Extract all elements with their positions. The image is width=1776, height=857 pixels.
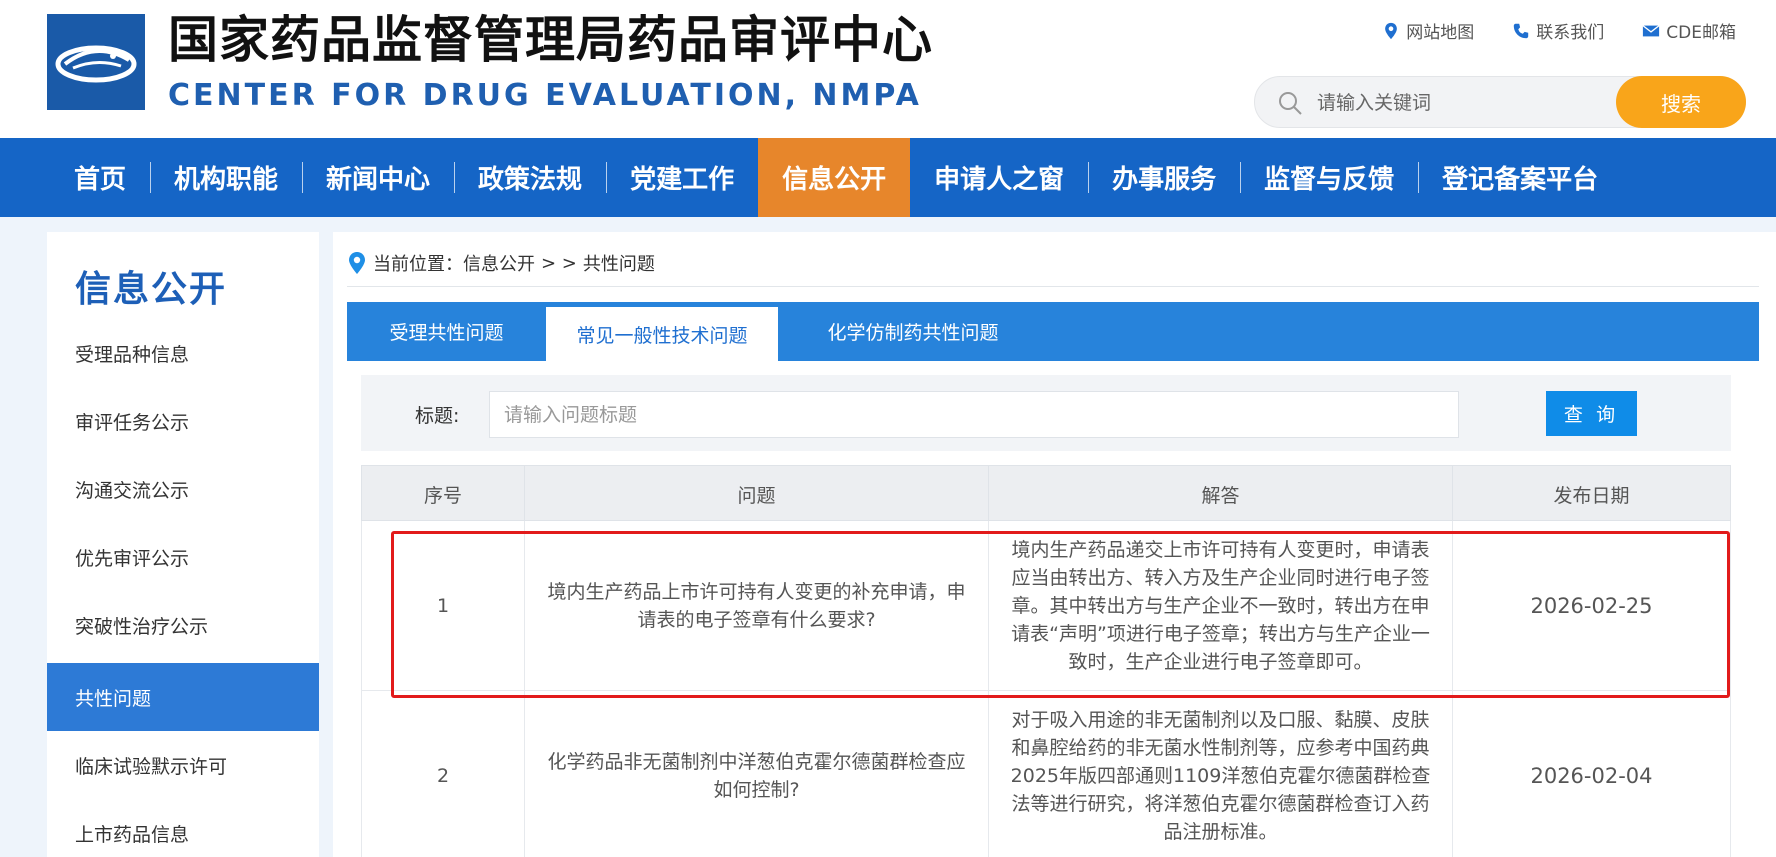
row-date: 2026-02-25 — [1453, 521, 1731, 691]
column-header-date: 发布日期 — [1553, 484, 1630, 507]
tab-general-technical[interactable]: 常见一般性技术问题 — [546, 307, 778, 361]
contact-link[interactable]: 联系我们 — [1512, 18, 1604, 43]
column-header-question: 问题 — [525, 466, 989, 522]
search-icon — [1279, 92, 1302, 115]
phone-icon — [1514, 23, 1529, 38]
site-search-button[interactable]: 搜索 — [1616, 76, 1746, 128]
site-search-input[interactable] — [1317, 87, 1617, 119]
tab-generic-chemical[interactable]: 化学仿制药共性问题 — [778, 302, 1048, 361]
row-answer: 境内生产药品递交上市许可持有人变更时，申请表应当由转出方、转入方及生产企业同时进… — [989, 521, 1453, 691]
sidebar: 信息公开 受理品种信息 审评任务公示 沟通交流公示 优先审评公示 突破性治疗公示… — [47, 232, 319, 857]
sidebar-item-communication[interactable]: 沟通交流公示 — [47, 455, 319, 523]
row-number: 2 — [362, 691, 525, 857]
row-question[interactable]: 境内生产药品上市许可持有人变更的补充申请，申请表的电子签章有什么要求? — [525, 521, 989, 691]
query-button[interactable]: 查 询 — [1546, 391, 1637, 436]
sidebar-title: 信息公开 — [75, 269, 228, 310]
row-number: 1 — [362, 521, 525, 691]
sidebar-item-accepted-varieties[interactable]: 受理品种信息 — [47, 319, 319, 387]
sidebar-item-priority-review[interactable]: 优先审评公示 — [47, 523, 319, 591]
nav-registration[interactable]: 登记备案平台 — [1418, 138, 1622, 217]
sidebar-item-review-tasks[interactable]: 审评任务公示 — [47, 387, 319, 455]
sitemap-label: 网站地图 — [1406, 23, 1475, 43]
nav-party[interactable]: 党建工作 — [606, 138, 758, 217]
sidebar-item-breakthrough[interactable]: 突破性治疗公示 — [47, 591, 319, 659]
main-content: 当前位置：信息公开 > > 共性问题 受理共性问题 常见一般性技术问题 化学仿制… — [333, 232, 1776, 857]
nav-home[interactable]: 首页 — [50, 138, 150, 217]
tab-bar: 受理共性问题 常见一般性技术问题 化学仿制药共性问题 — [347, 302, 1759, 361]
location-pin-icon — [349, 252, 365, 274]
nav-news[interactable]: 新闻中心 — [302, 138, 454, 217]
contact-label: 联系我们 — [1536, 23, 1605, 43]
site-header: 国家药品监督管理局药品审评中心 CENTER FOR DRUG EVALUATI… — [0, 0, 1776, 138]
row-question[interactable]: 化学药品非无菌制剂中洋葱伯克霍尔德菌群检查应如何控制? — [525, 691, 989, 857]
column-header-no: 序号 — [362, 466, 525, 522]
breadcrumb-separator: > > — [541, 252, 577, 274]
main-nav: 首页 机构职能 新闻中心 政策法规 党建工作 信息公开 申请人之窗 办事服务 监… — [0, 138, 1776, 217]
nav-applicant[interactable]: 申请人之窗 — [910, 138, 1088, 217]
sidebar-item-marketed-drugs[interactable]: 上市药品信息 — [47, 799, 319, 857]
title-filter-input[interactable] — [489, 391, 1459, 438]
site-title-en: CENTER FOR DRUG EVALUATION, NMPA — [168, 78, 922, 113]
logo-emblem-icon — [55, 45, 137, 83]
nav-info-disclosure[interactable]: 信息公开 — [758, 138, 911, 217]
sidebar-item-clinical-trial[interactable]: 临床试验默示许可 — [47, 731, 319, 799]
title-filter-label: 标题: — [415, 405, 460, 427]
nav-feedback[interactable]: 监督与反馈 — [1240, 138, 1418, 217]
cde-logo[interactable] — [47, 14, 145, 110]
nav-services[interactable]: 办事服务 — [1088, 138, 1240, 217]
nav-policies[interactable]: 政策法规 — [454, 138, 606, 217]
filter-bar: 标题: 查 询 — [361, 375, 1731, 451]
table-row: 1 境内生产药品上市许可持有人变更的补充申请，申请表的电子签章有什么要求? 境内… — [361, 521, 1731, 691]
nav-functions[interactable]: 机构职能 — [150, 138, 302, 217]
row-answer: 对于吸入用途的非无菌制剂以及口服、黏膜、皮肤和鼻腔给药的非无菌水性制剂等，应参考… — [989, 691, 1453, 857]
column-header-answer: 解答 — [989, 466, 1453, 522]
sidebar-item-common-issues[interactable]: 共性问题 — [47, 663, 319, 731]
breadcrumb-current: 共性问题 — [582, 254, 655, 275]
row-date: 2026-02-04 — [1453, 691, 1731, 857]
top-links: 网站地图 联系我们 CDE邮箱 — [1382, 18, 1736, 43]
breadcrumb-divider — [347, 286, 1759, 287]
sitemap-link[interactable]: 网站地图 — [1382, 18, 1474, 43]
mail-icon — [1642, 24, 1660, 36]
breadcrumb: 当前位置：信息公开 > > 共性问题 — [347, 250, 655, 276]
breadcrumb-prefix[interactable]: 当前位置：信息公开 — [373, 250, 535, 276]
table-row: 2 化学药品非无菌制剂中洋葱伯克霍尔德菌群检查应如何控制? 对于吸入用途的非无菌… — [361, 691, 1731, 857]
cde-mail-link[interactable]: CDE邮箱 — [1642, 18, 1736, 43]
tab-acceptance-issues[interactable]: 受理共性问题 — [347, 302, 546, 361]
site-title-cn: 国家药品监督管理局药品审评中心 — [168, 11, 933, 69]
cde-mail-label: CDE邮箱 — [1666, 23, 1736, 43]
location-pin-icon — [1385, 22, 1398, 39]
table-header: 序号 问题 解答 发布日期 — [361, 465, 1731, 522]
